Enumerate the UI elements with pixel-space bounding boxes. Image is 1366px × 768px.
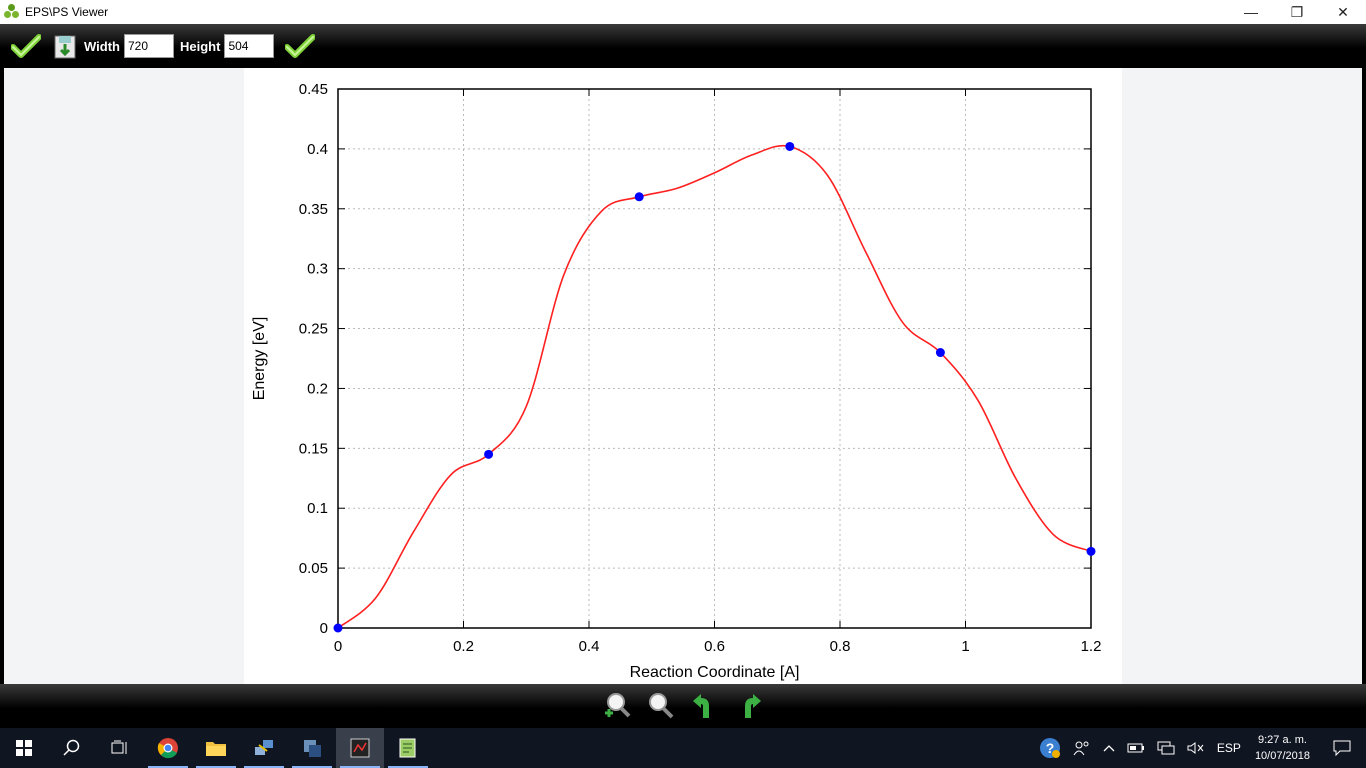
data-point: [935, 348, 945, 358]
chrome-taskbar-item[interactable]: [144, 728, 192, 768]
eps-viewer-icon: [350, 738, 370, 758]
y-tick-label: 0: [320, 620, 328, 637]
save-icon[interactable]: [52, 31, 78, 61]
system-tray: ? ESP 9:27 a. m. 10/07/2018: [1033, 728, 1366, 768]
y-tick-label: 0.4: [307, 141, 328, 158]
check-all-icon[interactable]: [10, 30, 42, 62]
app-icon: [4, 4, 20, 20]
task-view-icon: [111, 740, 127, 754]
windows-icon: [16, 740, 32, 756]
network-tray-button[interactable]: [1151, 728, 1181, 768]
notifications-button[interactable]: [1318, 728, 1366, 768]
clock-time: 9:27 a. m.: [1258, 734, 1307, 746]
x-tick-label: 1.2: [1081, 638, 1102, 655]
y-tick-label: 0.1: [307, 500, 328, 517]
rotate-right-button[interactable]: [733, 690, 765, 722]
minimize-button[interactable]: —: [1228, 0, 1274, 24]
help-icon: ?: [1039, 738, 1060, 758]
network-icon: [1157, 741, 1175, 755]
zoom-out-button[interactable]: [645, 690, 677, 722]
people-icon: [1073, 741, 1089, 756]
x-tick-label: 0.8: [830, 638, 851, 655]
data-point: [484, 449, 494, 459]
people-tray-button[interactable]: [1067, 728, 1097, 768]
eps-viewer-taskbar-item[interactable]: [336, 728, 384, 768]
x-tick-label: 1: [961, 638, 969, 655]
rotate-left-button[interactable]: [689, 690, 721, 722]
clock[interactable]: 9:27 a. m. 10/07/2018: [1247, 728, 1318, 768]
title-bar: EPS\PS Viewer — ❐ ✕: [0, 0, 1366, 24]
rotate-right-icon: [745, 694, 761, 718]
app-icon: [304, 740, 321, 757]
network-app-icon: [255, 740, 273, 755]
data-point: [634, 192, 644, 202]
toolbar: Width Height: [0, 24, 1366, 68]
chrome-icon: [157, 738, 178, 759]
restore-button[interactable]: ❐: [1274, 0, 1320, 24]
battery-icon: [1127, 743, 1144, 753]
app-taskbar-item[interactable]: [288, 728, 336, 768]
clock-date: 10/07/2018: [1254, 750, 1310, 762]
y-tick-label: 0.3: [307, 261, 328, 278]
y-tick-label: 0.05: [299, 560, 328, 577]
y-tick-label: 0.35: [299, 201, 328, 218]
data-point: [333, 623, 343, 633]
data-point: [1086, 546, 1096, 556]
notepad-taskbar-item[interactable]: [384, 728, 432, 768]
show-hidden-icons-button[interactable]: [1097, 728, 1121, 768]
energy-chart: 0 0.2 0.4 0.6 0.8 1 1.2 0 0.05 0.1 0.15 0.2 0.25 0.3 0…: [251, 81, 1102, 681]
network-app-taskbar-item[interactable]: [240, 728, 288, 768]
rotate-left-icon: [693, 694, 709, 718]
x-tick-label: 0.4: [579, 638, 600, 655]
x-axis-label: Reaction Coordinate [A]: [630, 664, 800, 681]
height-input[interactable]: [224, 34, 275, 58]
taskbar: ? ESP 9:27 a. m. 10/07/2018: [0, 728, 1366, 768]
close-button[interactable]: ✕: [1320, 0, 1366, 24]
zoom-in-icon: [605, 693, 631, 718]
volume-muted-icon: [1187, 742, 1204, 754]
task-view-button[interactable]: [96, 728, 144, 768]
notepad-icon: [399, 738, 416, 758]
x-tick-label: 0.6: [704, 638, 725, 655]
plot-page: 0 0.2 0.4 0.6 0.8 1 1.2 0 0.05 0.1 0.15 0.2 0.25 0.3 0…: [244, 68, 1122, 684]
y-tick-label: 0.2: [307, 380, 328, 397]
y-tick-label: 0.25: [299, 321, 328, 338]
x-tick-label: 0: [334, 638, 342, 655]
y-tick-label: 0.45: [299, 81, 328, 98]
document-viewport[interactable]: 0 0.2 0.4 0.6 0.8 1 1.2 0 0.05 0.1 0.15 0.2 0.25 0.3 0…: [0, 68, 1366, 684]
folder-icon: [206, 742, 226, 756]
search-button[interactable]: [48, 728, 96, 768]
volume-tray-button[interactable]: [1181, 728, 1211, 768]
apply-size-button[interactable]: [284, 30, 316, 62]
bottom-toolbar: [0, 684, 1366, 728]
notification-icon: [1333, 740, 1351, 756]
start-button[interactable]: [0, 728, 48, 768]
help-tray-button[interactable]: ?: [1033, 728, 1067, 768]
x-tick-label: 0.2: [453, 638, 474, 655]
width-input[interactable]: [123, 34, 174, 58]
data-point: [785, 141, 795, 151]
zoom-out-icon: [649, 693, 674, 719]
y-axis-label: Energy [eV]: [251, 317, 268, 401]
y-tick-label: 0.15: [299, 440, 328, 457]
battery-tray-button[interactable]: [1121, 728, 1151, 768]
zoom-in-button[interactable]: [601, 690, 633, 722]
chevron-up-icon: [1103, 745, 1115, 752]
height-label: Height: [179, 38, 221, 54]
width-label: Width: [84, 38, 120, 54]
window-title: EPS\PS Viewer: [25, 5, 109, 19]
language-indicator[interactable]: ESP: [1211, 728, 1247, 768]
search-icon: [63, 739, 80, 756]
explorer-taskbar-item[interactable]: [192, 728, 240, 768]
